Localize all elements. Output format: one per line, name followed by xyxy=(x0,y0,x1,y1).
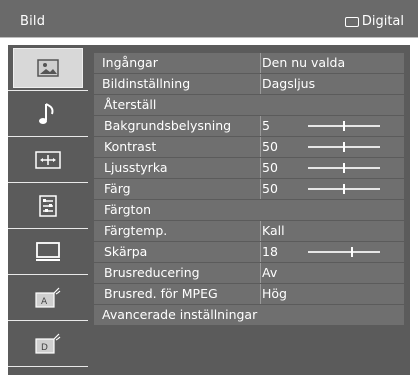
row-value: Den nu valda xyxy=(262,55,346,70)
level-slider[interactable] xyxy=(308,247,380,257)
row-label: Färg xyxy=(104,181,131,196)
row-label: Bakgrundsbelysning xyxy=(104,118,232,133)
sidebar-item-digital-setup[interactable]: D xyxy=(8,321,88,367)
level-slider[interactable] xyxy=(308,121,380,131)
level-slider[interactable] xyxy=(308,163,380,173)
menu-row-sharpness[interactable]: Skärpa 18 xyxy=(94,242,404,262)
settings-list-icon xyxy=(39,194,57,217)
row-label: Brusred. för MPEG xyxy=(104,286,218,301)
sidebar-item-pc[interactable] xyxy=(8,229,88,275)
menu-row-color[interactable]: Färg 50 xyxy=(94,179,404,199)
menu-row-brightness[interactable]: Ljusstyrka 50 xyxy=(94,158,404,178)
sidebar-item-screen[interactable] xyxy=(8,137,88,183)
row-divider xyxy=(260,242,261,262)
svg-text:A: A xyxy=(41,297,48,307)
sidebar-item-sound[interactable] xyxy=(8,91,88,137)
row-divider xyxy=(260,53,261,73)
screen-adjust-icon xyxy=(35,150,61,169)
menu-row-backlight[interactable]: Bakgrundsbelysning 5 xyxy=(94,116,404,136)
analog-tuning-icon: A xyxy=(35,287,61,308)
row-value: 18 xyxy=(262,244,278,259)
menu-row-noise-reduction[interactable]: Brusreducering Av xyxy=(94,263,404,283)
slider-knob[interactable] xyxy=(343,121,345,131)
slider-knob[interactable] xyxy=(343,142,345,152)
svg-text:D: D xyxy=(41,343,48,353)
header-bar: Bild Digital xyxy=(0,0,418,38)
picture-settings-panel: Ingångar Den nu valda Bildinställning Da… xyxy=(88,45,410,375)
menu-row-hue[interactable]: Färgton xyxy=(94,200,404,220)
row-label: Brusreducering xyxy=(104,265,200,280)
row-divider xyxy=(260,179,261,199)
row-value: 50 xyxy=(262,160,278,175)
sidebar-item-analog-setup[interactable]: A xyxy=(8,275,88,321)
source-label: Digital xyxy=(361,14,404,29)
tv-menu-screen: Bild Digital A D Ingångar Den nu valda B… xyxy=(0,0,418,375)
level-slider[interactable] xyxy=(308,142,380,152)
row-divider xyxy=(260,263,261,283)
row-divider xyxy=(260,284,261,304)
row-label: Kontrast xyxy=(104,139,157,154)
sidebar-item-settings[interactable] xyxy=(8,183,88,229)
row-label: Bildinställning xyxy=(102,76,191,91)
display-icon xyxy=(344,16,359,27)
slider-knob[interactable] xyxy=(343,184,345,194)
row-label: Ingångar xyxy=(102,55,158,70)
row-label: Återställ xyxy=(104,97,157,112)
row-divider xyxy=(260,221,261,241)
menu-row-reset[interactable]: Återställ xyxy=(94,95,404,115)
row-value: 5 xyxy=(262,118,270,133)
menu-row-mpeg-noise-reduction[interactable]: Brusred. för MPEG Hög xyxy=(94,284,404,304)
row-value: Dagsljus xyxy=(262,76,316,91)
music-note-icon xyxy=(39,102,54,124)
row-label: Färgton xyxy=(104,202,152,217)
row-value: 50 xyxy=(262,181,278,196)
input-source-indicator: Digital xyxy=(344,14,404,29)
level-slider[interactable] xyxy=(308,184,380,194)
row-label: Ljusstyrka xyxy=(104,160,168,175)
menu-row-advanced-settings[interactable]: Avancerade inställningar xyxy=(94,305,404,325)
row-label: Avancerade inställningar xyxy=(102,307,258,322)
row-divider xyxy=(260,74,261,94)
menu-row-color-temp[interactable]: Färgtemp. Kall xyxy=(94,221,404,241)
row-value: Hög xyxy=(262,286,287,301)
row-label: Färgtemp. xyxy=(104,223,168,238)
row-divider xyxy=(260,137,261,157)
monitor-icon xyxy=(36,241,60,261)
slider-knob[interactable] xyxy=(343,163,345,173)
menu-title: Bild xyxy=(20,14,46,29)
slider-knob[interactable] xyxy=(351,247,353,257)
row-value: Av xyxy=(262,265,278,280)
menu-row-inputs[interactable]: Ingångar Den nu valda xyxy=(94,53,404,73)
row-label: Skärpa xyxy=(104,244,148,259)
row-value: 50 xyxy=(262,139,278,154)
menu-content: A D Ingångar Den nu valda Bildinställnin… xyxy=(0,40,418,375)
row-value: Kall xyxy=(262,223,285,238)
sidebar-item-picture[interactable] xyxy=(8,45,88,91)
menu-row-picture-mode[interactable]: Bildinställning Dagsljus xyxy=(94,74,404,94)
row-divider xyxy=(260,116,261,136)
menu-row-contrast[interactable]: Kontrast 50 xyxy=(94,137,404,157)
row-divider xyxy=(260,158,261,178)
picture-icon xyxy=(37,58,59,77)
category-sidebar: A D xyxy=(8,45,88,375)
digital-tuning-icon: D xyxy=(35,333,61,354)
